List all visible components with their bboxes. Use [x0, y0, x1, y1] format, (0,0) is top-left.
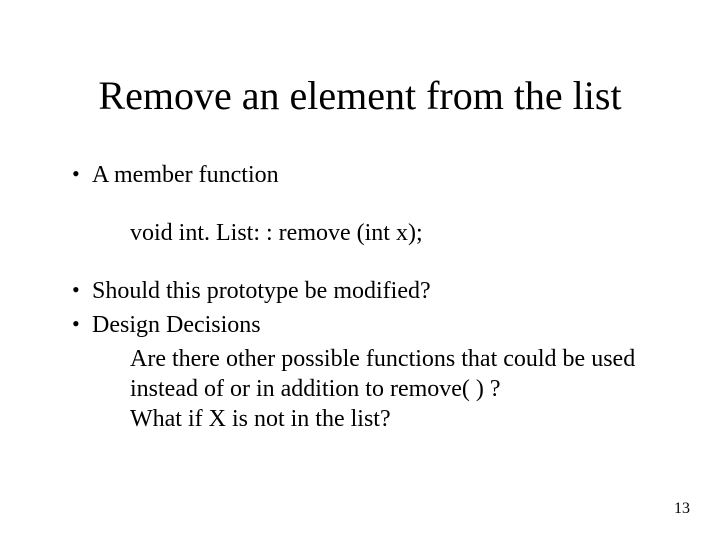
bullet-dot-icon: •	[72, 160, 92, 188]
bullet-item: • A member function	[72, 160, 660, 190]
sub-text: What if X is not in the list?	[130, 404, 660, 434]
bullet-text: A member function	[92, 160, 660, 190]
slide-title: Remove an element from the list	[0, 72, 720, 119]
bullet-text: Design Decisions	[92, 310, 660, 340]
bullet-item: • Should this prototype be modified?	[72, 276, 660, 306]
bullet-dot-icon: •	[72, 310, 92, 338]
bullet-group: • Should this prototype be modified? • D…	[72, 276, 660, 434]
sub-text: Are there other possible functions that …	[130, 344, 660, 404]
code-prototype: void int. List: : remove (int x);	[130, 218, 660, 248]
bullet-item: • Design Decisions	[72, 310, 660, 340]
page-number: 13	[674, 500, 690, 518]
bullet-text: Should this prototype be modified?	[92, 276, 660, 306]
slide-body: • A member function void int. List: : re…	[72, 160, 660, 434]
slide: Remove an element from the list • A memb…	[0, 0, 720, 540]
bullet-dot-icon: •	[72, 276, 92, 304]
